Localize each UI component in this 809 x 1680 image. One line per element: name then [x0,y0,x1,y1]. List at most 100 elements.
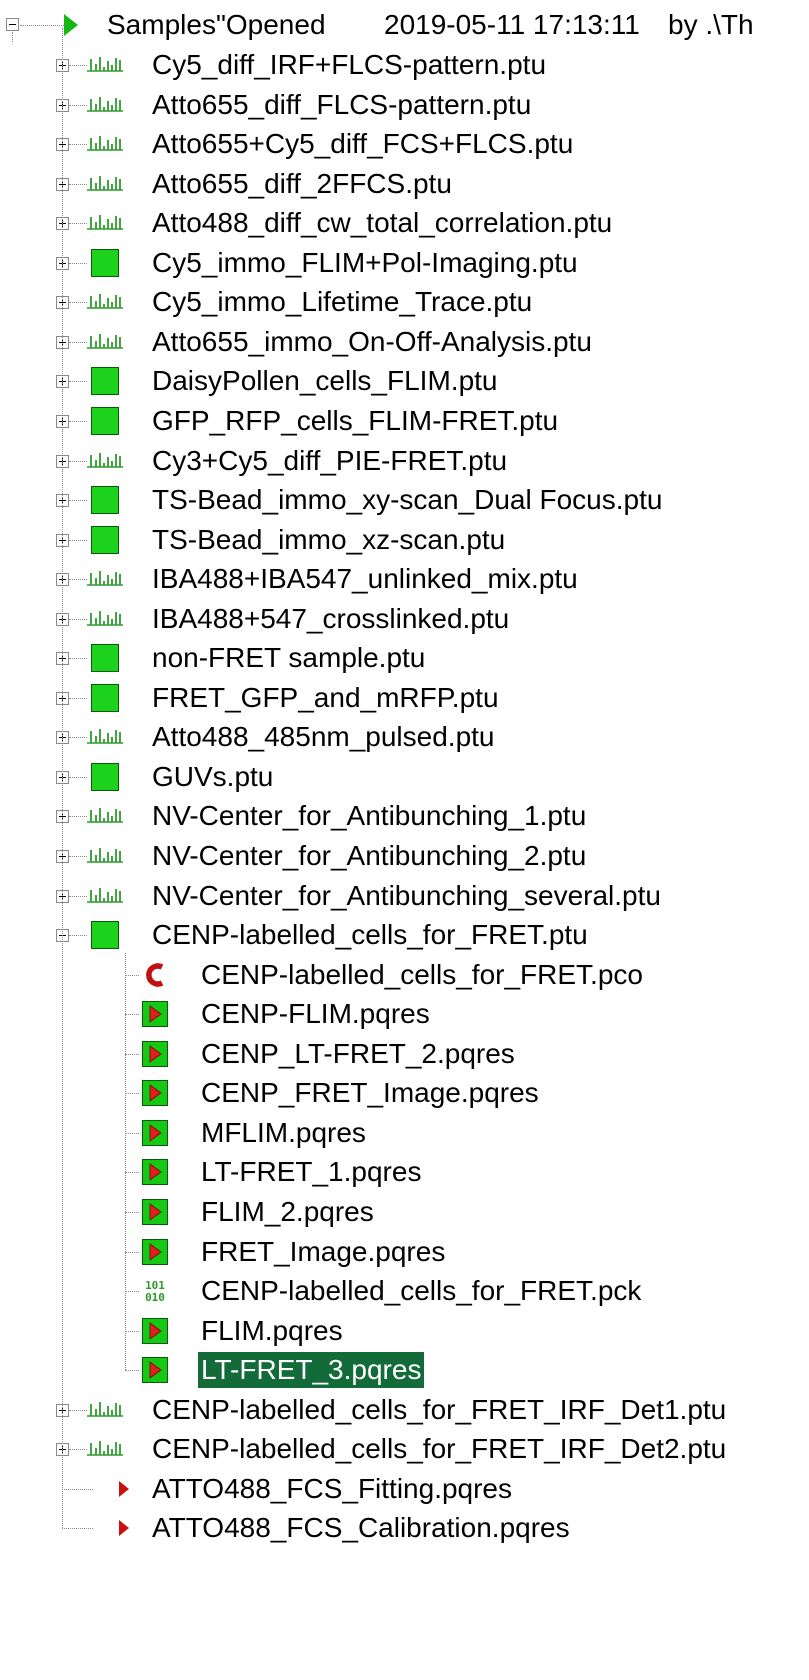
tree-root-row[interactable]: Samples"Opened 2019-05-11 17:13:11 by .\… [0,6,809,46]
result-play-icon [142,1159,168,1185]
tree-child-item[interactable]: MFLIM.pqres [0,1113,809,1153]
root-author: by .\Th [668,9,754,40]
histogram-icon [87,57,123,72]
tree-child-label: FRET_Image.pqres [201,1236,446,1267]
tree-item[interactable]: GFP_RFP_cells_FLIM-FRET.ptu [0,401,809,441]
sample-tree-view[interactable]: Samples"Opened 2019-05-11 17:13:11 by .\… [0,0,809,1680]
tree-item[interactable]: NV-Center_for_Antibunching_1.ptu [0,796,809,836]
tree-item-label: Atto488_diff_cw_total_correlation.ptu [152,207,613,238]
image-square-icon [91,763,119,791]
image-square-icon [91,684,119,712]
tree-child-item[interactable]: CENP_FRET_Image.pqres [0,1073,809,1113]
chart-c-icon [146,963,164,987]
result-play-icon [142,1120,168,1146]
histogram-icon [87,176,123,191]
tree-item-label: NV-Center_for_Antibunching_several.ptu [152,880,661,911]
tree-item[interactable]: FRET_GFP_and_mRFP.ptu [0,678,809,718]
tree-child-item[interactable]: 101 010 CENP-labelled_cells_for_FRET.pck [0,1271,809,1311]
tree-child-item[interactable]: CENP-FLIM.pqres [0,994,809,1034]
result-play-icon [142,1041,168,1067]
tree-child-item[interactable]: CENP_LT-FRET_2.pqres [0,1034,809,1074]
tree-item-label: NV-Center_for_Antibunching_2.ptu [152,840,587,871]
tree-child-label: CENP-FLIM.pqres [201,998,430,1029]
tree-item-label: Atto655_diff_FLCS-pattern.ptu [152,89,532,120]
tree-item-label: non-FRET sample.ptu [152,642,426,673]
tree-item[interactable]: non-FRET sample.ptu [0,638,809,678]
tree-item[interactable]: GUVs.ptu [0,757,809,797]
histogram-icon [87,136,123,151]
histogram-icon [87,611,123,626]
tree-item[interactable]: Cy5_immo_Lifetime_Trace.ptu [0,282,809,322]
tree-item-label: Cy5_immo_FLIM+Pol-Imaging.ptu [152,247,578,278]
tree-item-label: Cy3+Cy5_diff_PIE-FRET.ptu [152,445,508,476]
tree-item[interactable]: Atto655+Cy5_diff_FCS+FLCS.ptu [0,124,809,164]
root-title: Samples"Opened [107,9,326,40]
tree-item[interactable]: DaisyPollen_cells_FLIM.ptu [0,361,809,401]
tree-item-label: GUVs.ptu [152,761,274,792]
histogram-icon [87,334,123,349]
collapse-toggle-icon[interactable] [6,18,19,31]
tree-item-label: Atto488_485nm_pulsed.ptu [152,721,495,752]
tree-child-label: FLIM.pqres [201,1315,343,1346]
histogram-icon [87,453,123,468]
histogram-icon [87,571,123,586]
image-square-icon [91,367,119,395]
histogram-icon [87,97,123,112]
tree-child-item[interactable]: FLIM.pqres [0,1311,809,1351]
tree-item[interactable]: Cy5_diff_IRF+FLCS-pattern.ptu [0,45,809,85]
tree-child-label: CENP_FRET_Image.pqres [201,1077,539,1108]
tree-item-label: CENP-labelled_cells_for_FRET_IRF_Det1.pt… [152,1394,727,1425]
svg-text:010: 010 [145,1291,165,1304]
tree-item[interactable]: ATTO488_FCS_Calibration.pqres [0,1508,809,1548]
root-datetime: 2019-05-11 17:13:11 [384,9,640,40]
tree-item[interactable]: Atto655_diff_2FFCS.ptu [0,164,809,204]
image-square-icon [91,526,119,554]
tree-child-label: CENP_LT-FRET_2.pqres [201,1038,515,1069]
tree-item-label: TS-Bead_immo_xy-scan_Dual Focus.ptu [152,484,663,515]
tree-item[interactable]: TS-Bead_immo_xy-scan_Dual Focus.ptu [0,480,809,520]
tree-item[interactable]: Atto655_diff_FLCS-pattern.ptu [0,85,809,125]
tree-child-label: CENP-labelled_cells_for_FRET.pco [201,959,643,990]
tree-child-item[interactable]: CENP-labelled_cells_for_FRET.pco [0,955,809,995]
result-play-icon [142,1001,168,1027]
tree-item-label: ATTO488_FCS_Calibration.pqres [152,1512,570,1543]
tree-item[interactable]: CENP-labelled_cells_for_FRET.ptu [0,915,809,955]
image-square-icon [91,407,119,435]
tree-item[interactable]: TS-Bead_immo_xz-scan.ptu [0,520,809,560]
image-square-icon [91,249,119,277]
tree-child-item[interactable]: FRET_Image.pqres [0,1232,809,1272]
histogram-icon [87,888,123,903]
tree-item-label: GFP_RFP_cells_FLIM-FRET.ptu [152,405,559,436]
tree-item[interactable]: IBA488+IBA547_unlinked_mix.ptu [0,559,809,599]
tree-item[interactable]: Atto488_diff_cw_total_correlation.ptu [0,203,809,243]
image-square-icon [91,644,119,672]
tree-item-label: Atto655_diff_2FFCS.ptu [152,168,452,199]
histogram-icon [87,215,123,230]
play-triangle-icon [64,14,78,36]
tree-item[interactable]: Atto488_485nm_pulsed.ptu [0,717,809,757]
tree-item[interactable]: NV-Center_for_Antibunching_several.ptu [0,876,809,916]
histogram-icon [87,808,123,823]
tree-child-item[interactable]: LT-FRET_1.pqres [0,1152,809,1192]
result-play-icon [142,1239,168,1265]
tree-item[interactable]: Cy5_immo_FLIM+Pol-Imaging.ptu [0,243,809,283]
tree-item[interactable]: ATTO488_FCS_Fitting.pqres [0,1469,809,1509]
histogram-icon [87,294,123,309]
small-red-arrow-icon [119,1520,129,1536]
tree-item[interactable]: Atto655_immo_On-Off-Analysis.ptu [0,322,809,362]
image-square-icon [91,921,119,949]
tree-item[interactable]: Cy3+Cy5_diff_PIE-FRET.ptu [0,441,809,481]
small-red-arrow-icon [119,1481,129,1497]
result-play-icon [142,1080,168,1106]
tree-item-label: CENP-labelled_cells_for_FRET_IRF_Det2.pt… [152,1433,727,1464]
tree-item-label: Cy5_immo_Lifetime_Trace.ptu [152,286,533,317]
tree-child-item[interactable]: FLIM_2.pqres [0,1192,809,1232]
tree-item[interactable]: IBA488+547_crosslinked.ptu [0,599,809,639]
tree-item-label: Atto655+Cy5_diff_FCS+FLCS.ptu [152,128,574,159]
tree-item[interactable]: CENP-labelled_cells_for_FRET_IRF_Det1.pt… [0,1390,809,1430]
tree-child-label-selected: LT-FRET_3.pqres [198,1352,425,1388]
tree-item[interactable]: NV-Center_for_Antibunching_2.ptu [0,836,809,876]
tree-child-item[interactable]: LT-FRET_3.pqres [0,1350,809,1390]
result-play-icon [142,1318,168,1344]
tree-item[interactable]: CENP-labelled_cells_for_FRET_IRF_Det2.pt… [0,1429,809,1469]
